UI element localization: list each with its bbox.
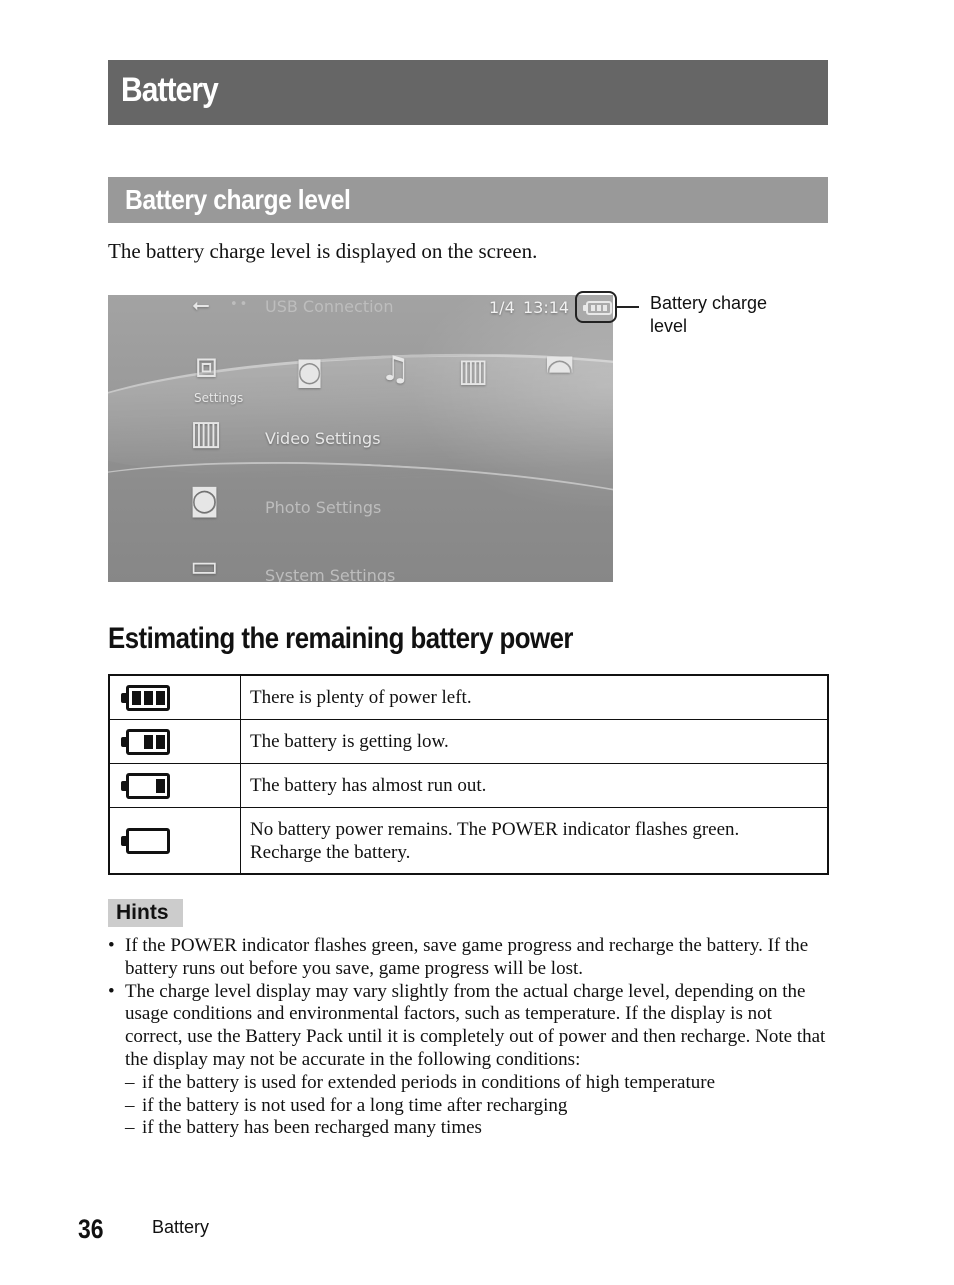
- icon-cell: [108, 807, 241, 875]
- video-settings-icon: ▥: [190, 413, 223, 453]
- icon-cell: [108, 763, 241, 808]
- page-title: Battery: [121, 71, 219, 109]
- battery-two-bars-icon: [121, 728, 170, 755]
- subsection-title: Estimating the remaining battery power: [108, 622, 573, 655]
- level-description: There is plenty of power left.: [240, 674, 829, 720]
- psp-screen-image: ⭠ •• USB Connection 1/4 13:14 ⧈ Settings…: [108, 295, 613, 582]
- photo-settings-icon: ◙: [190, 483, 220, 518]
- hints-badge: Hints: [108, 899, 183, 927]
- page-number: 36: [78, 1214, 104, 1244]
- intro-text: The battery charge level is displayed on…: [108, 239, 538, 263]
- icon-cell: [108, 674, 241, 720]
- level-description-line2: Recharge the battery.: [250, 841, 411, 863]
- callout-leader-line: [617, 306, 639, 308]
- usb-connection-label: USB Connection: [265, 297, 394, 316]
- psp-date: 1/4: [489, 298, 515, 317]
- gamepad-icon: ◚: [544, 351, 576, 389]
- level-description-line1: No battery power remains. The POWER indi…: [250, 818, 740, 840]
- bullet: •: [108, 980, 115, 1002]
- battery-levels-table: There is plenty of power left. The batte…: [108, 674, 829, 875]
- battery-full-icon: [121, 684, 170, 711]
- menu-item-system-settings: System Settings: [265, 566, 396, 582]
- hint-item: • The charge level display may vary slig…: [108, 981, 828, 1072]
- system-settings-icon: ▭: [190, 549, 219, 582]
- page-title-bar: Battery: [108, 60, 828, 125]
- hint-text: The charge level display may vary slight…: [125, 980, 826, 1070]
- usb-icon: ⭠: [192, 295, 210, 318]
- hint-item: • If the POWER indicator flashes green, …: [108, 935, 828, 981]
- menu-item-photo-settings: Photo Settings: [265, 498, 382, 517]
- table-row: No battery power remains. The POWER indi…: [108, 807, 829, 875]
- hint-text: If the POWER indicator flashes green, sa…: [125, 935, 809, 979]
- camera-icon: ◙: [296, 355, 324, 388]
- dash: –: [125, 1117, 135, 1139]
- section-title: Battery charge level: [125, 184, 351, 215]
- bullet: •: [108, 935, 115, 956]
- callout-highlight-ring: [575, 291, 617, 323]
- hint-subitem-text: if the battery has been recharged many t…: [142, 1117, 482, 1139]
- category-label-settings: Settings: [194, 391, 244, 405]
- callout-label: Battery charge level: [650, 293, 768, 336]
- hint-subitem: – if the battery is used for extended pe…: [125, 1072, 828, 1095]
- section-title-bar: Battery charge level: [108, 177, 828, 223]
- hints-list: • If the POWER indicator flashes green, …: [108, 935, 828, 1140]
- connection-dots: ••: [230, 297, 250, 312]
- footer-section-label: Battery: [152, 1217, 210, 1237]
- level-description: No battery power remains. The POWER indi…: [240, 807, 829, 875]
- hint-subitem-text: if the battery is not used for a long ti…: [142, 1094, 568, 1116]
- film-icon: ▥: [458, 351, 489, 389]
- table-row: The battery is getting low.: [108, 719, 829, 764]
- dash: –: [125, 1094, 135, 1116]
- menu-item-video-settings: Video Settings: [265, 429, 381, 448]
- table-row: The battery has almost run out.: [108, 763, 829, 808]
- battery-empty-icon: [121, 827, 170, 854]
- hints-label: Hints: [116, 901, 169, 924]
- level-description: The battery has almost run out.: [240, 763, 829, 808]
- dash: –: [125, 1071, 135, 1093]
- hint-subitem: – if the battery has been recharged many…: [125, 1117, 828, 1140]
- level-description: The battery is getting low.: [240, 719, 829, 764]
- psp-time: 13:14: [523, 298, 570, 317]
- table-row: There is plenty of power left.: [108, 674, 829, 720]
- hint-subitem: – if the battery is not used for a long …: [125, 1095, 828, 1118]
- music-note-icon: ♫: [380, 349, 411, 389]
- hint-subitem-text: if the battery is used for extended peri…: [142, 1071, 716, 1093]
- battery-one-bar-icon: [121, 772, 170, 799]
- toolbox-icon: ⧈: [195, 345, 218, 386]
- icon-cell: [108, 719, 241, 764]
